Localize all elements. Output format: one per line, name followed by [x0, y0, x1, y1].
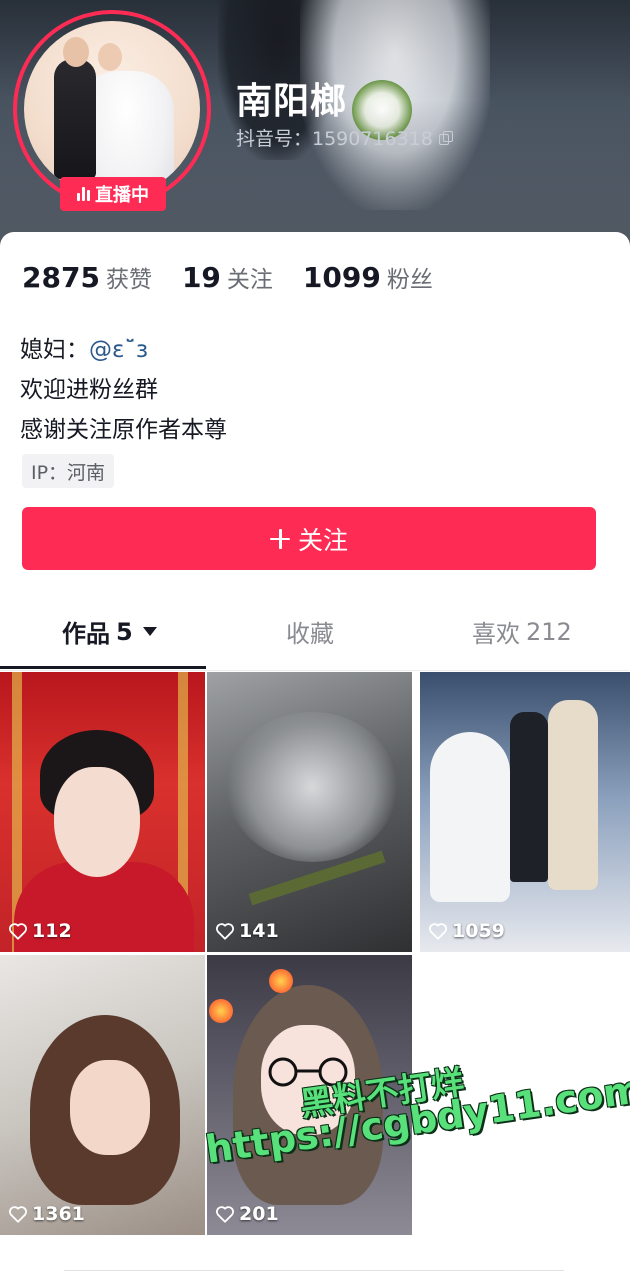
douyin-id[interactable]: 抖音号：1590716318: [236, 124, 453, 151]
avatar[interactable]: [24, 21, 200, 197]
video-like-count: 1059: [428, 920, 505, 942]
video-thumbnail[interactable]: 201: [207, 955, 412, 1235]
follow-button[interactable]: 关注: [22, 507, 596, 570]
stat-likes-number: 2875: [22, 261, 100, 294]
video-like-number: 112: [32, 920, 72, 942]
douyin-id-text: 抖音号：1590716318: [236, 128, 433, 150]
tab-favorites-label: 收藏: [286, 620, 334, 648]
video-like-number: 141: [239, 920, 279, 942]
heart-icon: [8, 1206, 28, 1223]
stat-following-label: 关注: [226, 267, 273, 293]
ip-location-tag: IP：河南: [22, 454, 115, 488]
stat-following-number: 19: [181, 261, 221, 294]
tab-liked-label: 喜欢: [472, 620, 520, 648]
video-like-number: 1059: [452, 920, 505, 942]
bio-line-1-prefix: 媳妇：: [20, 337, 89, 363]
heart-icon: [8, 923, 28, 940]
profile-stats: 2875 获赞 19 关注 1099 粉丝: [22, 260, 433, 294]
video-like-count: 141: [215, 920, 279, 942]
live-badge[interactable]: 直播中: [60, 177, 166, 211]
plus-icon: [269, 528, 290, 549]
flower-sticker: [209, 999, 233, 1023]
video-thumbnail[interactable]: 1361: [0, 955, 205, 1235]
content-tabs: 作品 5 收藏 喜欢 212: [0, 600, 630, 671]
video-like-count: 112: [8, 920, 72, 942]
stat-followers-number: 1099: [302, 261, 381, 294]
bio-line-1: 媳妇：@ɛ˘̈ɜ: [20, 330, 227, 370]
bio-mention-link[interactable]: @ɛ˘̈ɜ: [89, 337, 148, 363]
tab-liked-count: 212: [526, 617, 572, 646]
tab-active-indicator: [0, 666, 206, 669]
flower-sticker: [269, 969, 293, 993]
tab-works-count: 5: [116, 617, 133, 646]
tab-favorites[interactable]: 收藏: [286, 614, 334, 649]
video-like-number: 1361: [32, 1203, 85, 1225]
tab-liked[interactable]: 喜欢 212: [472, 614, 572, 649]
video-like-number: 201: [239, 1203, 279, 1225]
bottom-divider: [64, 1270, 564, 1283]
stat-likes-label: 获赞: [105, 267, 152, 293]
glasses-sticker: [268, 1057, 348, 1087]
tab-works-label: 作品: [62, 620, 110, 648]
follow-button-label: 关注: [297, 525, 348, 555]
heart-icon: [215, 1206, 235, 1223]
live-bars-icon: [77, 187, 90, 201]
profile-nickname: 南阳榔: [236, 81, 348, 122]
profile-bio: 媳妇：@ɛ˘̈ɜ 欢迎进粉丝群 感谢关注原作者本尊: [20, 330, 227, 450]
caret-down-icon[interactable]: [142, 627, 157, 636]
video-thumbnail[interactable]: 1059: [420, 672, 630, 952]
video-like-count: 201: [215, 1203, 279, 1225]
heart-icon: [215, 923, 235, 940]
video-thumbnail[interactable]: 112: [0, 672, 205, 952]
tab-works[interactable]: 作品 5: [62, 614, 157, 649]
stat-followers[interactable]: 1099 粉丝: [303, 260, 433, 294]
copy-icon[interactable]: [438, 130, 453, 145]
heart-icon: [428, 923, 448, 940]
live-badge-label: 直播中: [95, 185, 149, 206]
stat-following[interactable]: 19 关注: [182, 260, 273, 294]
bio-line-3: 感谢关注原作者本尊: [20, 417, 227, 443]
stat-followers-label: 粉丝: [386, 267, 433, 293]
bio-line-2: 欢迎进粉丝群: [20, 377, 158, 403]
video-thumbnail[interactable]: 141: [207, 672, 412, 952]
stat-likes[interactable]: 2875 获赞: [22, 260, 152, 294]
video-like-count: 1361: [8, 1203, 85, 1225]
